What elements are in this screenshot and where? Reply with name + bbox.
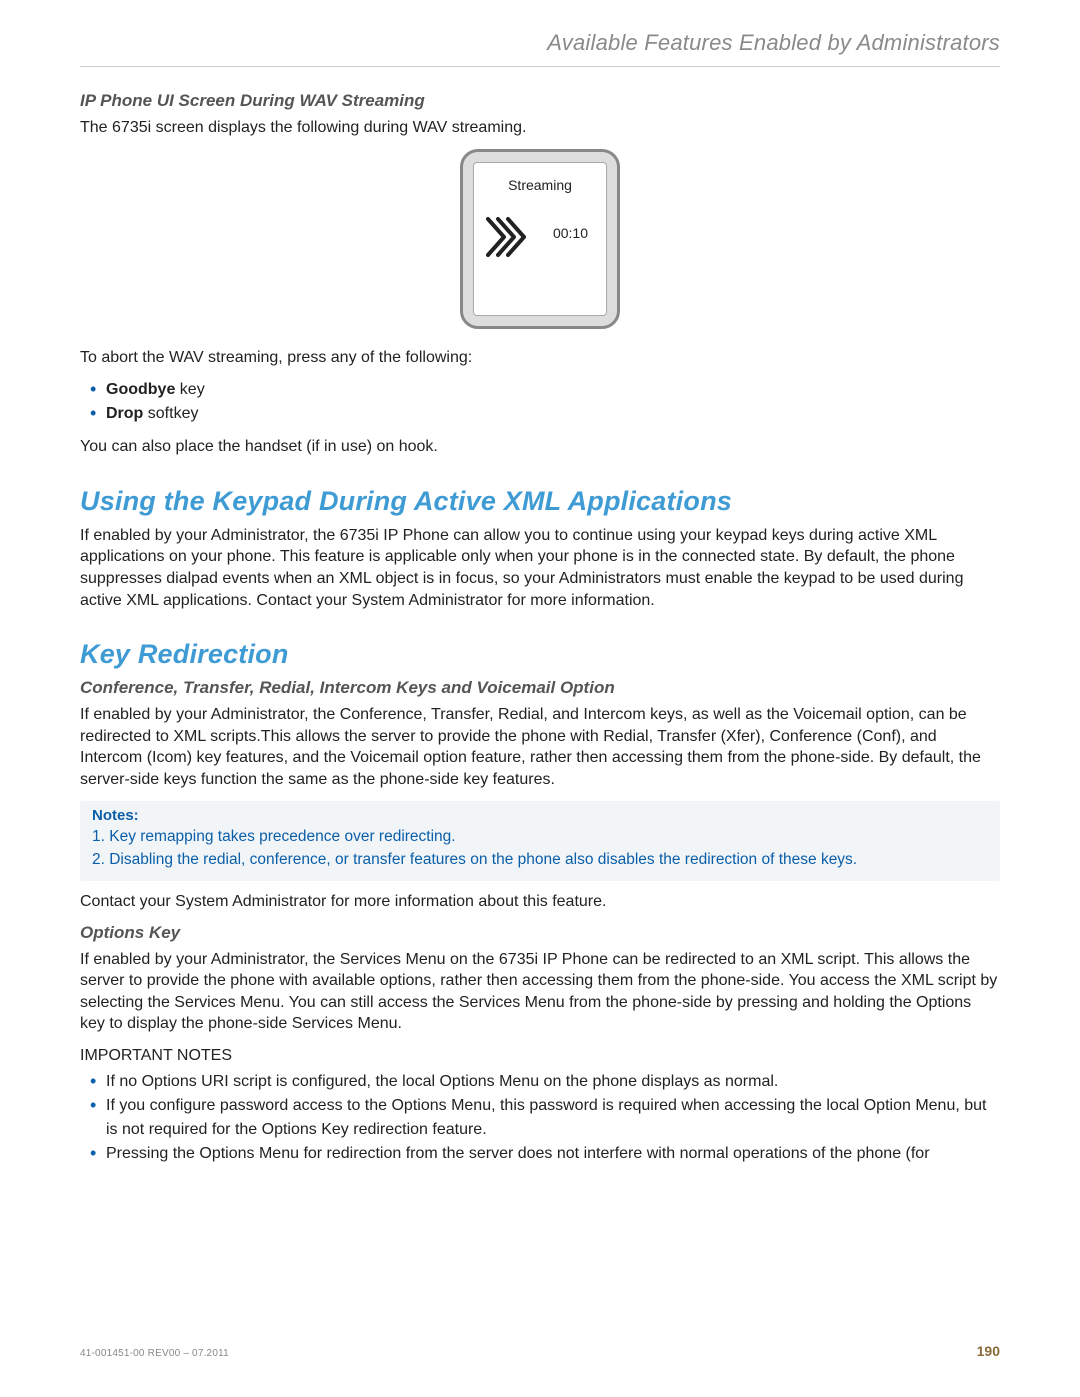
phone-illustration: Streaming 00:10 <box>80 149 1000 329</box>
phone-screen: Streaming 00:10 <box>473 162 607 316</box>
goodbye-bold: Goodbye <box>106 381 175 398</box>
section-keypad-title: Using the Keypad During Active XML Appli… <box>80 486 1000 517</box>
conf-para: If enabled by your Administrator, the Co… <box>80 704 1000 790</box>
note-item: 2. Disabling the redial, conference, or … <box>92 849 988 871</box>
list-item: If you configure password access to the … <box>106 1094 1000 1142</box>
section-wav-title: IP Phone UI Screen During WAV Streaming <box>80 91 1000 111</box>
keypad-para: If enabled by your Administrator, the 67… <box>80 525 1000 611</box>
page: Available Features Enabled by Administra… <box>0 0 1080 1397</box>
notes-box: Notes: 1. Key remapping takes precedence… <box>80 801 1000 881</box>
footer-page-number: 190 <box>977 1343 1000 1359</box>
important-notes-label: IMPORTANT NOTES <box>80 1045 1000 1067</box>
abort-text: To abort the WAV streaming, press any of… <box>80 347 1000 369</box>
wav-intro: The 6735i screen displays the following … <box>80 117 1000 139</box>
subsection-conf-title: Conference, Transfer, Redial, Intercom K… <box>80 678 1000 698</box>
goodbye-rest: key <box>175 381 204 398</box>
drop-bold: Drop <box>106 405 143 422</box>
chevrons-icon <box>484 215 528 262</box>
phone-time-label: 00:10 <box>553 225 588 241</box>
list-item: If no Options URI script is configured, … <box>106 1070 1000 1094</box>
phone-device: Streaming 00:10 <box>460 149 620 329</box>
subsection-options-title: Options Key <box>80 923 1000 943</box>
section-keyredir-title: Key Redirection <box>80 639 1000 670</box>
list-item: Pressing the Options Menu for redirectio… <box>106 1142 1000 1166</box>
notes-label: Notes: <box>92 807 988 824</box>
contact-text: Contact your System Administrator for mo… <box>80 891 1000 913</box>
list-item: Drop softkey <box>106 402 1000 426</box>
page-footer: 41-001451-00 REV00 – 07.2011 190 <box>80 1343 1000 1359</box>
handset-text: You can also place the handset (if in us… <box>80 436 1000 458</box>
footer-docid: 41-001451-00 REV00 – 07.2011 <box>80 1348 229 1359</box>
drop-rest: softkey <box>143 405 198 422</box>
abort-list: Goodbye key Drop softkey <box>80 378 1000 426</box>
options-para: If enabled by your Administrator, the Se… <box>80 949 1000 1035</box>
running-header: Available Features Enabled by Administra… <box>80 30 1000 67</box>
phone-streaming-label: Streaming <box>474 163 606 193</box>
list-item: Goodbye key <box>106 378 1000 402</box>
important-list: If no Options URI script is configured, … <box>80 1070 1000 1166</box>
note-item: 1. Key remapping takes precedence over r… <box>92 826 988 848</box>
